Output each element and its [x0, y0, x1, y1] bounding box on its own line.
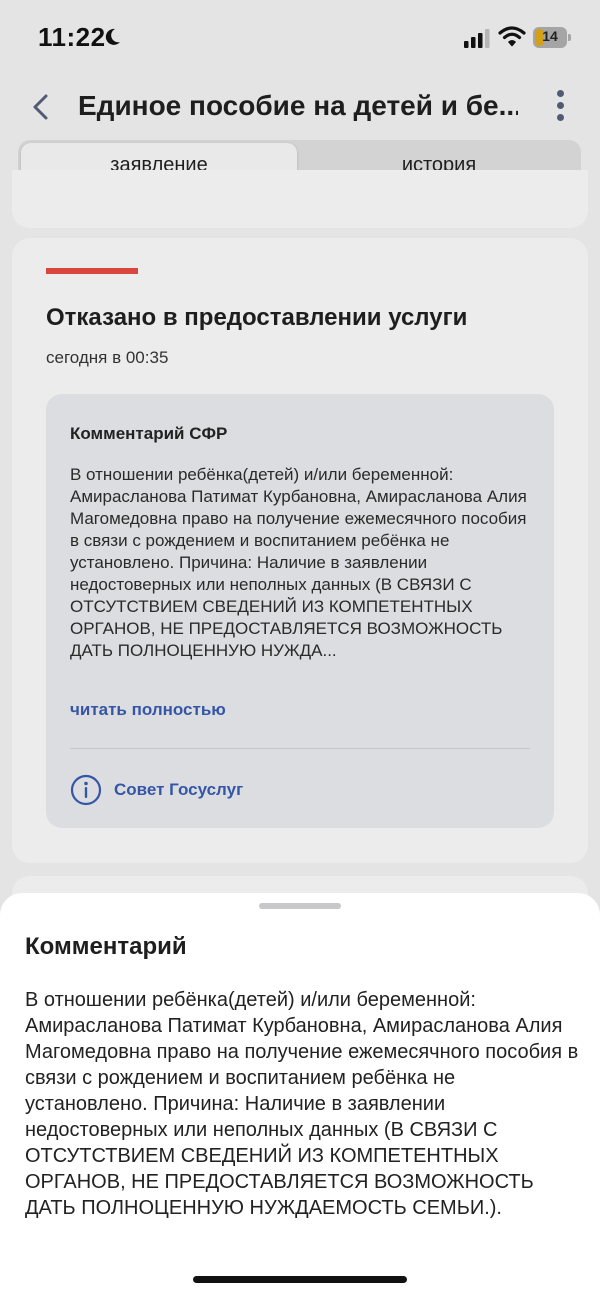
back-arrow-icon[interactable] — [28, 92, 54, 122]
read-more-link[interactable]: читать полностью — [70, 700, 226, 720]
signal-icon — [464, 29, 490, 48]
moon-icon — [105, 28, 120, 45]
home-indicator[interactable] — [193, 1276, 407, 1283]
status-time-label: сегодня в 00:35 — [46, 348, 169, 367]
sheet-drag-handle[interactable] — [259, 903, 341, 909]
page-title: Единое пособие на детей и бе... — [78, 90, 518, 121]
comment-box: Комментарий СФР В отношении ребёнка(дете… — [46, 394, 554, 828]
comment-title: Комментарий СФР — [70, 424, 228, 443]
sheet-text: В отношении ребёнка(детей) и/или беремен… — [25, 989, 579, 1219]
previous-card — [12, 170, 588, 228]
status-heading: Отказано в предоставлении услуги — [46, 304, 468, 331]
battery-icon: 14 — [533, 27, 571, 48]
advice-link[interactable]: Совет Госуслуг — [70, 774, 243, 806]
status-accent-line — [46, 268, 138, 274]
divider — [70, 748, 530, 749]
battery-level: 14 — [542, 28, 558, 44]
comment-text: В отношении ребёнка(детей) и/или беремен… — [70, 465, 527, 660]
app-header: Единое пособие на детей и бе... — [0, 76, 600, 138]
info-icon — [70, 774, 102, 806]
advice-label: Совет Госуслуг — [114, 780, 244, 799]
wifi-icon — [498, 26, 526, 47]
more-vertical-icon[interactable] — [550, 90, 570, 124]
comment-bottom-sheet: Комментарий В отношении ребёнка(детей) и… — [0, 893, 600, 1297]
status-bar: 11:22 14 — [0, 0, 600, 76]
sheet-title: Комментарий — [25, 933, 187, 960]
status-card: Отказано в предоставлении услуги сегодня… — [12, 238, 588, 863]
status-time: 11:22 — [38, 22, 106, 52]
